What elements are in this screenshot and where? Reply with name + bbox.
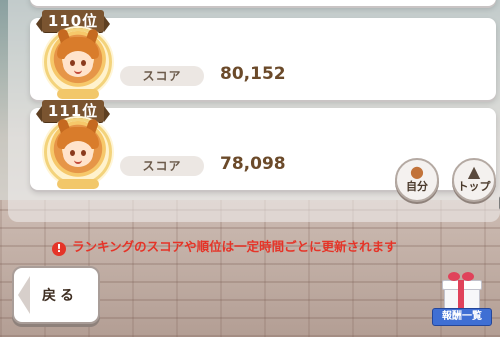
mouth-shape — [74, 68, 82, 74]
rewards-button-label: 報酬一覧 — [432, 308, 492, 326]
score-value: 78,098 — [220, 154, 286, 174]
score-label: スコア — [120, 66, 204, 86]
back-chevron-icon — [18, 276, 30, 314]
eye-shape — [70, 150, 75, 156]
eye-shape — [81, 150, 86, 156]
eye-shape — [70, 60, 75, 66]
jump-to-top-button[interactable]: ▲ トップ — [452, 158, 496, 202]
ranking-list-panel[interactable]: 110位 スコア 80,152 111位 スコア 78,098 ● 自分 ▲ ト… — [8, 0, 500, 222]
ranking-row-partial — [30, 0, 496, 6]
face-shape — [63, 141, 93, 167]
back-button-label: 戻る — [42, 288, 78, 304]
exclamation-icon: ! — [52, 242, 66, 256]
triangle-up-icon: ▲ — [467, 162, 481, 181]
avatar-frame-base — [57, 179, 99, 189]
avatar-frame-base — [57, 89, 99, 99]
character-head-icon: ● — [410, 162, 424, 181]
gift-box-icon — [442, 272, 482, 310]
mouth-shape — [74, 158, 82, 164]
ranking-row[interactable]: 110位 スコア 80,152 — [30, 10, 496, 100]
rewards-list-button[interactable]: 報酬一覧 — [432, 268, 492, 328]
character-avatar — [44, 117, 112, 189]
ranking-row[interactable]: 111位 スコア 78,098 ● 自分 ▲ トップ — [30, 100, 496, 202]
notice-text: ランキングのスコアや順位は一定時間ごとに更新されます — [72, 239, 397, 254]
jump-to-self-button[interactable]: ● 自分 — [395, 158, 439, 202]
self-button-label: 自分 — [406, 180, 428, 193]
score-label: スコア — [120, 156, 204, 176]
back-button[interactable]: 戻る — [12, 266, 100, 324]
character-avatar — [44, 27, 112, 99]
update-notice: ! ランキングのスコアや順位は一定時間ごとに更新されます — [52, 236, 472, 256]
score-value: 80,152 — [220, 64, 286, 84]
face-shape — [63, 51, 93, 77]
top-button-label: トップ — [457, 180, 491, 193]
gift-bow — [448, 272, 460, 281]
gift-bow — [462, 272, 474, 281]
eye-shape — [81, 60, 86, 66]
gift-ribbon — [458, 280, 464, 308]
